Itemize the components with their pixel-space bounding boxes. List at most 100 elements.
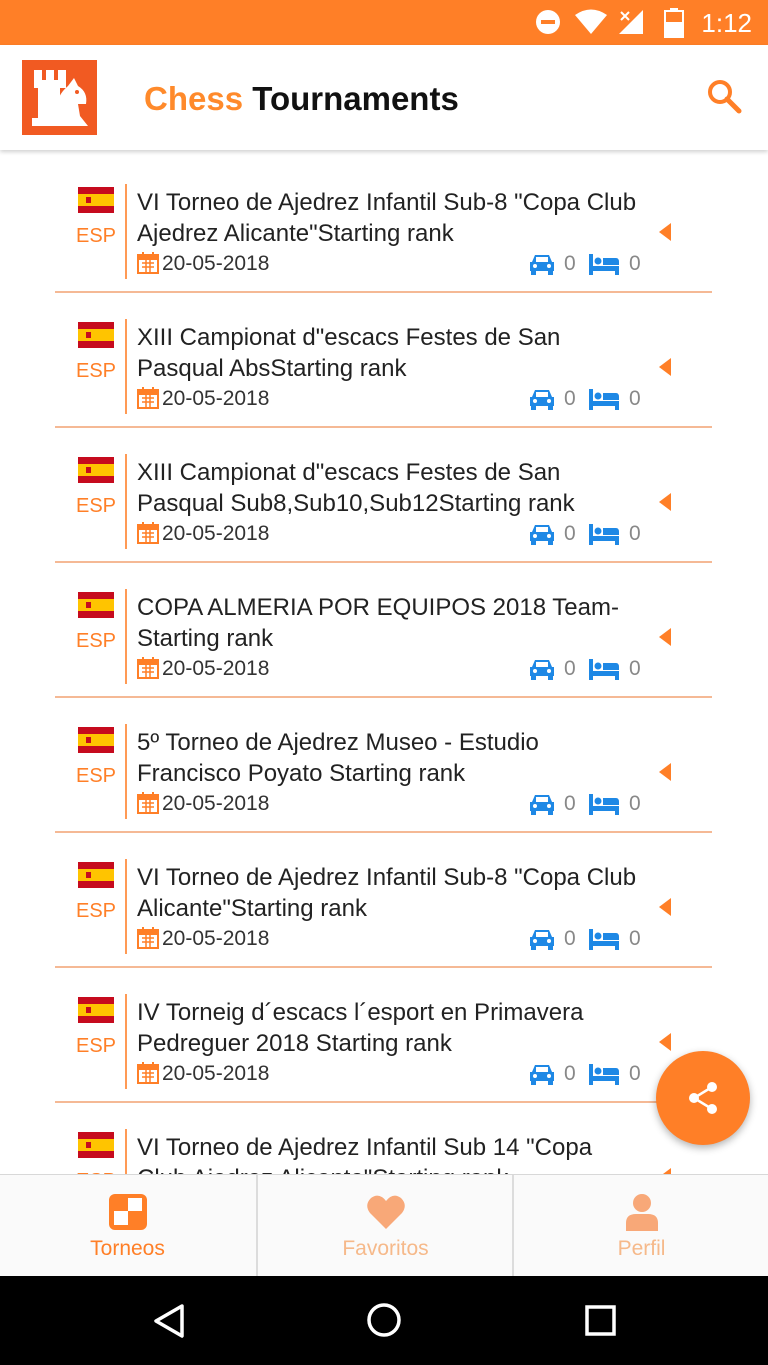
car-icon — [530, 525, 554, 545]
car-icon — [530, 660, 554, 680]
system-navigation-bar — [0, 1275, 768, 1365]
tournament-name: XIII Campionat d"escacs Festes de San Pa… — [137, 459, 575, 517]
bed-icon — [589, 929, 619, 950]
bed-count: 0 — [629, 657, 641, 680]
app-title: Chess Tournaments — [144, 80, 459, 118]
tournament-list-item[interactable]: ESP VI Torneo de Ajedrez Infantil Sub-8 … — [55, 156, 712, 293]
heart-icon — [367, 1195, 405, 1229]
person-icon — [626, 1194, 658, 1231]
divider — [125, 1129, 127, 1174]
calendar-icon — [137, 927, 159, 949]
home-icon[interactable] — [366, 1302, 402, 1338]
tournament-list-item[interactable]: ESP XIII Campionat d"escacs Festes de Sa… — [55, 291, 712, 428]
share-icon — [689, 1082, 717, 1114]
battery-icon — [664, 8, 684, 38]
bed-icon — [589, 659, 619, 680]
divider — [125, 994, 127, 1089]
tournament-name: XIII Campionat d"escacs Festes de San Pa… — [137, 324, 561, 382]
car-count: 0 — [564, 792, 576, 815]
divider — [125, 589, 127, 684]
tab-label: Perfil — [617, 1237, 666, 1260]
tournament-name: VI Torneo de Ajedrez Infantil Sub-8 "Cop… — [137, 189, 637, 247]
car-count: 0 — [564, 252, 576, 275]
tournament-date: 20-05-2018 — [162, 387, 270, 410]
car-count: 0 — [564, 387, 576, 410]
tournament-list-item[interactable]: ESP COPA ALMERIA POR EQUIPOS 2018 Team-S… — [55, 561, 712, 698]
tournament-list-item[interactable]: ESP XIII Campionat d"escacs Festes de Sa… — [55, 426, 712, 563]
caret-left-icon[interactable] — [659, 223, 671, 241]
caret-left-icon[interactable] — [659, 358, 671, 376]
calendar-icon — [137, 657, 159, 679]
app-logo — [22, 60, 97, 135]
share-button[interactable] — [656, 1051, 750, 1145]
recent-apps-icon[interactable] — [585, 1305, 616, 1336]
car-icon — [530, 1065, 554, 1085]
signal-icon — [619, 10, 643, 34]
caret-left-icon[interactable] — [659, 1033, 671, 1051]
tournament-date: 20-05-2018 — [162, 252, 270, 275]
rook-knight-logo-icon — [32, 70, 88, 126]
tournament-list-item[interactable]: ESP VI Torneo de Ajedrez Infantil Sub-8 … — [55, 831, 712, 968]
search-icon[interactable] — [706, 78, 742, 114]
bed-icon — [589, 524, 619, 545]
do-not-disturb-icon — [536, 10, 560, 34]
divider — [125, 319, 127, 414]
status-time: 1:12 — [701, 8, 752, 38]
car-icon — [530, 255, 554, 275]
calendar-icon — [137, 522, 159, 544]
tournament-name: VI Torneo de Ajedrez Infantil Sub 14 "Co… — [137, 1134, 593, 1174]
tournament-list-item[interactable]: ESP VI Torneo de Ajedrez Infantil Sub 14… — [55, 1101, 712, 1174]
tournament-name: 5º Torneo de Ajedrez Museo - Estudio Fra… — [137, 729, 539, 787]
bed-count: 0 — [629, 792, 641, 815]
tournament-date: 20-05-2018 — [162, 522, 270, 545]
divider — [125, 184, 127, 279]
app-title-tournaments: Tournaments — [252, 80, 459, 117]
bed-count: 0 — [629, 927, 641, 950]
caret-left-icon[interactable] — [659, 763, 671, 781]
caret-left-icon[interactable] — [659, 493, 671, 511]
divider — [125, 724, 127, 819]
tournament-date: 20-05-2018 — [162, 657, 270, 680]
spain-flag-icon — [78, 322, 114, 348]
tab-perfil[interactable]: Perfil — [512, 1175, 768, 1276]
bottom-navigation: Torneos Favoritos Perfil — [0, 1174, 768, 1276]
divider — [125, 454, 127, 549]
tournament-list-item[interactable]: ESP IV Torneig d´escacs l´esport en Prim… — [55, 966, 712, 1103]
tab-label: Favoritos — [342, 1237, 429, 1260]
tournament-name: VI Torneo de Ajedrez Infantil Sub-8 "Cop… — [137, 864, 637, 922]
caret-left-icon[interactable] — [659, 898, 671, 916]
bed-count: 0 — [629, 1062, 641, 1085]
board-icon — [109, 1194, 147, 1230]
tab-label: Torneos — [90, 1237, 165, 1260]
tournament-date: 20-05-2018 — [162, 792, 270, 815]
calendar-icon — [137, 792, 159, 814]
bed-count: 0 — [629, 252, 641, 275]
tab-favoritos[interactable]: Favoritos — [256, 1175, 513, 1276]
bed-icon — [589, 389, 619, 410]
tournament-name: IV Torneig d´escacs l´esport en Primaver… — [137, 999, 584, 1057]
app-title-chess: Chess — [144, 80, 244, 117]
car-count: 0 — [564, 1062, 576, 1085]
spain-flag-icon — [78, 457, 114, 483]
bed-icon — [589, 1064, 619, 1085]
app-bar: Chess Tournaments — [0, 45, 768, 150]
car-icon — [530, 390, 554, 410]
spain-flag-icon — [78, 592, 114, 618]
status-bar: 1:12 — [0, 0, 768, 45]
car-icon — [530, 930, 554, 950]
car-count: 0 — [564, 522, 576, 545]
caret-left-icon[interactable] — [659, 628, 671, 646]
bed-count: 0 — [629, 387, 641, 410]
calendar-icon — [137, 1062, 159, 1084]
tab-torneos[interactable]: Torneos — [0, 1175, 255, 1276]
back-icon[interactable] — [152, 1303, 186, 1339]
calendar-icon — [137, 252, 159, 274]
tournament-date: 20-05-2018 — [162, 927, 270, 950]
tournament-name: COPA ALMERIA POR EQUIPOS 2018 Team-Start… — [137, 594, 619, 652]
tournament-list-item[interactable]: ESP 5º Torneo de Ajedrez Museo - Estudio… — [55, 696, 712, 833]
car-count: 0 — [564, 927, 576, 950]
divider — [125, 859, 127, 954]
spain-flag-icon — [78, 187, 114, 213]
bed-count: 0 — [629, 522, 641, 545]
bed-icon — [589, 254, 619, 275]
